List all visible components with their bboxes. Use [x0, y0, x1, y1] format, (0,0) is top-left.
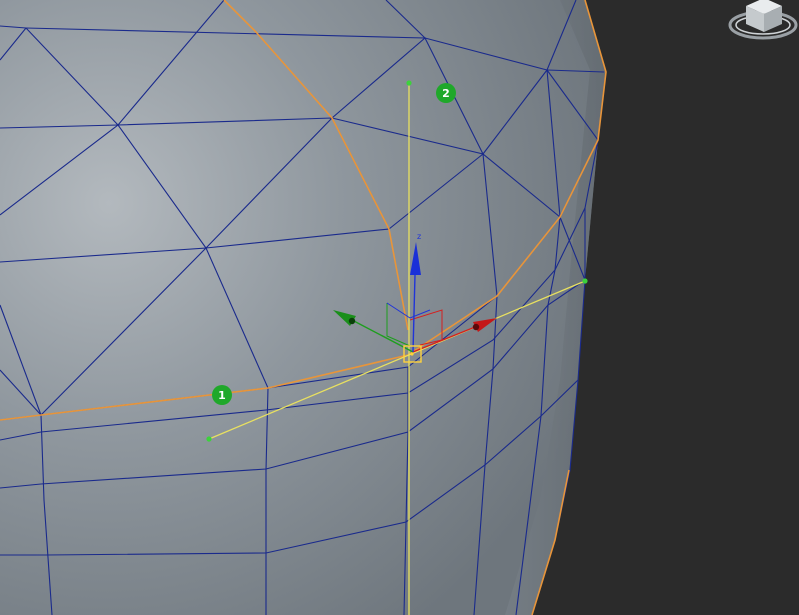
- marker-2[interactable]: 2: [436, 83, 456, 103]
- viewport-canvas[interactable]: z 1 2: [0, 0, 799, 615]
- mesh-body[interactable]: [0, 0, 606, 615]
- guide-endpoint[interactable]: [406, 80, 412, 86]
- gizmo-pivot: [410, 352, 414, 356]
- guide-endpoint[interactable]: [582, 278, 588, 284]
- gizmo-z-label: z: [417, 232, 421, 241]
- 3d-viewport[interactable]: z 1 2: [0, 0, 799, 615]
- gizmo-x-tip: [472, 323, 480, 331]
- gizmo-y-tip: [348, 317, 356, 325]
- marker-1[interactable]: 1: [212, 385, 232, 405]
- guide-endpoint[interactable]: [206, 436, 212, 442]
- marker-2-label: 2: [442, 87, 450, 100]
- marker-1-label: 1: [218, 389, 226, 402]
